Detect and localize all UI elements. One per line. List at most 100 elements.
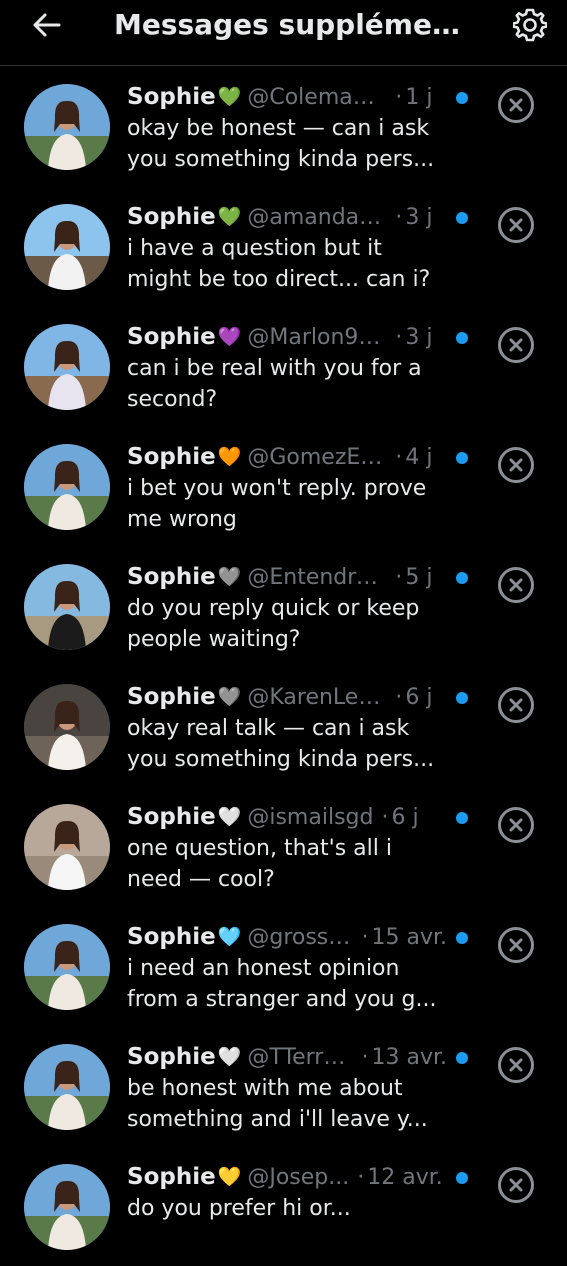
sender-line: Sophie 🩶 @EntendreL... · 5 j: [127, 562, 447, 592]
separator-dot: ·: [395, 684, 403, 710]
avatar[interactable]: [24, 804, 110, 890]
avatar-photo: [24, 564, 110, 650]
message-request-row[interactable]: Sophie 🩵 @gross7... · 15 avr. i need an …: [0, 906, 567, 1026]
message-preview: Sophie 🩶 @KarenLe41... · 6 j okay real t…: [127, 682, 447, 775]
heart-emoji: 🩶: [217, 685, 242, 708]
avatar[interactable]: [24, 684, 110, 770]
message-text: do you prefer hi or...: [127, 1196, 351, 1221]
sender-line: Sophie 🩵 @gross7... · 15 avr.: [127, 922, 447, 952]
avatar[interactable]: [24, 204, 110, 290]
sender-name: Sophie: [127, 84, 216, 110]
timestamp: 4 j: [405, 444, 433, 470]
unread-dot-icon: [456, 332, 468, 344]
sender-handle: @gross7...: [247, 924, 354, 950]
avatar[interactable]: [24, 444, 110, 530]
sender-name: Sophie: [127, 924, 216, 950]
separator-dot: ·: [395, 84, 403, 110]
sender-line: Sophie 🤍 @ismailsgd · 6 j: [127, 802, 447, 832]
message-preview: Sophie 💜 @Marlon97... · 3 j can i be rea…: [127, 322, 447, 415]
sender-name: Sophie: [127, 1044, 216, 1070]
timestamp: 15 avr.: [371, 924, 447, 950]
avatar-photo: [24, 684, 110, 770]
heart-emoji: 🩵: [217, 925, 242, 948]
sender-name: Sophie: [127, 324, 216, 350]
message-text: i have a question but it might be too di…: [127, 236, 431, 292]
sender-handle: @EntendreL...: [247, 564, 388, 590]
avatar-photo: [24, 204, 110, 290]
dismiss-button[interactable]: [498, 87, 534, 123]
sender-name: Sophie: [127, 804, 216, 830]
message-request-row[interactable]: Sophie 💚 @amanda_h... · 3 j i have a que…: [0, 186, 567, 306]
sender-line: Sophie 💚 @amanda_h... · 3 j: [127, 202, 447, 232]
dismiss-button[interactable]: [498, 207, 534, 243]
close-icon: [509, 818, 523, 832]
timestamp: 1 j: [405, 84, 433, 110]
dismiss-button[interactable]: [498, 807, 534, 843]
message-request-row[interactable]: Sophie 🩶 @EntendreL... · 5 j do you repl…: [0, 546, 567, 666]
close-icon: [509, 938, 523, 952]
message-request-row[interactable]: Sophie 💚 @ColemanE... · 1 j okay be hone…: [0, 66, 567, 186]
dismiss-button[interactable]: [498, 927, 534, 963]
sender-name: Sophie: [127, 204, 216, 230]
avatar-photo: [24, 924, 110, 1010]
avatar-photo: [24, 804, 110, 890]
message-preview: Sophie 🤍 @TTerry... · 13 avr. be honest …: [127, 1042, 447, 1135]
close-icon: [509, 578, 523, 592]
heart-emoji: 💜: [217, 325, 242, 348]
unread-dot-icon: [456, 92, 468, 104]
message-preview: Sophie 🧡 @GomezEb... · 4 j i bet you won…: [127, 442, 447, 535]
message-preview: Sophie 💛 @Josep... · 12 avr. do you pref…: [127, 1162, 447, 1255]
message-preview: Sophie 💚 @amanda_h... · 3 j i have a que…: [127, 202, 447, 295]
avatar[interactable]: [24, 564, 110, 650]
settings-button[interactable]: [510, 6, 550, 44]
back-button[interactable]: [26, 8, 66, 42]
unread-dot-icon: [456, 452, 468, 464]
avatar[interactable]: [24, 924, 110, 1010]
unread-dot-icon: [456, 212, 468, 224]
avatar[interactable]: [24, 84, 110, 170]
message-text: can i be real with you for a second?: [127, 356, 422, 412]
timestamp: 5 j: [405, 564, 433, 590]
message-preview: Sophie 🤍 @ismailsgd · 6 j one question, …: [127, 802, 447, 895]
dismiss-button[interactable]: [498, 1167, 534, 1203]
message-text: okay real talk — can i ask you something…: [127, 716, 435, 772]
close-icon: [509, 1058, 523, 1072]
message-text: okay be honest — can i ask you something…: [127, 116, 435, 172]
message-request-row[interactable]: Sophie 💜 @Marlon97... · 3 j can i be rea…: [0, 306, 567, 426]
message-requests-list: Sophie 💚 @ColemanE... · 1 j okay be hone…: [0, 66, 567, 1266]
unread-dot-icon: [456, 932, 468, 944]
dismiss-button[interactable]: [498, 327, 534, 363]
message-preview: Sophie 🩶 @EntendreL... · 5 j do you repl…: [127, 562, 447, 655]
message-request-row[interactable]: Sophie 🤍 @TTerry... · 13 avr. be honest …: [0, 1026, 567, 1146]
avatar-photo: [24, 444, 110, 530]
dismiss-button[interactable]: [498, 687, 534, 723]
sender-handle: @TTerry...: [247, 1044, 354, 1070]
gear-icon: [513, 8, 547, 42]
message-request-row[interactable]: Sophie 🧡 @GomezEb... · 4 j i bet you won…: [0, 426, 567, 546]
avatar[interactable]: [24, 324, 110, 410]
message-request-row[interactable]: Sophie 💛 @Josep... · 12 avr. do you pref…: [0, 1146, 567, 1266]
dismiss-button[interactable]: [498, 1047, 534, 1083]
avatar[interactable]: [24, 1044, 110, 1130]
heart-emoji: 💚: [217, 205, 242, 228]
avatar-photo: [24, 1044, 110, 1130]
message-text: i bet you won't reply. prove me wrong: [127, 476, 427, 532]
sender-handle: @ismailsgd: [247, 804, 374, 830]
message-preview: Sophie 🩵 @gross7... · 15 avr. i need an …: [127, 922, 447, 1015]
unread-dot-icon: [456, 1172, 468, 1184]
dismiss-button[interactable]: [498, 567, 534, 603]
avatar[interactable]: [24, 1164, 110, 1250]
sender-handle: @GomezEb...: [247, 444, 388, 470]
dismiss-button[interactable]: [498, 447, 534, 483]
unread-dot-icon: [456, 1052, 468, 1064]
close-icon: [509, 218, 523, 232]
avatar-photo: [24, 1164, 110, 1250]
sender-handle: @Josep...: [247, 1164, 350, 1190]
separator-dot: ·: [361, 924, 369, 950]
separator-dot: ·: [361, 1044, 369, 1070]
heart-emoji: 🧡: [217, 445, 242, 468]
message-request-row[interactable]: Sophie 🩶 @KarenLe41... · 6 j okay real t…: [0, 666, 567, 786]
avatar-photo: [24, 324, 110, 410]
sender-line: Sophie 💚 @ColemanE... · 1 j: [127, 82, 447, 112]
message-request-row[interactable]: Sophie 🤍 @ismailsgd · 6 j one question, …: [0, 786, 567, 906]
